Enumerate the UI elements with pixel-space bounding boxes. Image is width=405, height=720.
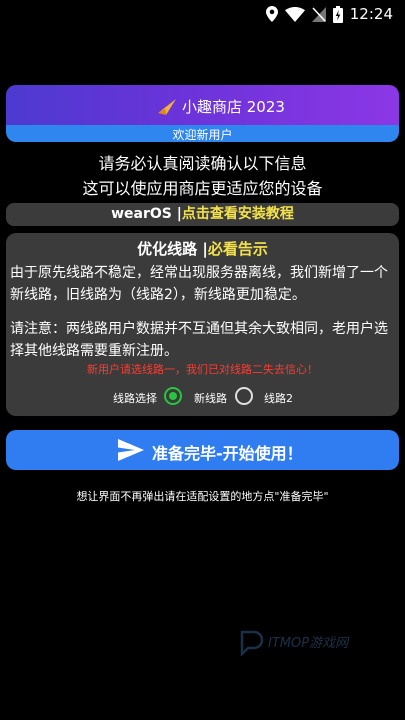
watermark-text: ITMOP游戏网 <box>268 636 349 651</box>
welcome-banner: 小趣商店 2023 欢迎新用户 <box>6 85 399 142</box>
panel-title: 优化线路 |必看告示 <box>6 238 399 259</box>
watermark-logo-icon <box>240 630 264 658</box>
banner-title: 小趣商店 2023 <box>182 98 285 116</box>
notice-line-2: 这可以使应用商店更适应您的设备 <box>82 179 323 198</box>
line-selector: 线路选择 新线路 线路2 <box>6 385 399 411</box>
paper-plane-logo <box>156 95 178 117</box>
new-line-label[interactable]: 新线路 <box>194 390 227 406</box>
new-line-radio[interactable] <box>164 387 182 405</box>
must-read-link[interactable]: 必看告示 <box>208 240 268 258</box>
route-change-paragraph: 由于原先线路不稳定，经常出现服务器离线，我们新增了一个新线路，旧线路为（线路2）… <box>10 265 388 303</box>
route-notice-panel: 优化线路 |必看告示 由于原先线路不稳定，经常出现服务器离线，我们新增了一个新线… <box>6 233 399 416</box>
status-time: 12:24 <box>349 5 393 23</box>
attention-paragraph: 请注意：两线路用户数据并不互通但其余大致相同，老用户选择其他线路需要重新注册。 <box>10 321 388 359</box>
notice-line-1: 请务必认真阅读确认以下信息 <box>98 154 307 173</box>
start-button-label: 准备完毕-开始使用！ <box>152 444 303 463</box>
no-sim-icon <box>311 6 326 22</box>
watermark: ITMOP游戏网 <box>238 628 358 658</box>
wearos-label: wearOS | <box>111 206 182 222</box>
line-selector-label: 线路选择 <box>113 392 157 405</box>
line-2-label[interactable]: 线路2 <box>264 390 293 406</box>
wifi-icon <box>284 6 305 22</box>
install-tutorial-link[interactable]: 点击查看安装教程 <box>182 206 294 222</box>
status-bar: 12:24 <box>0 0 405 30</box>
location-icon <box>265 6 278 22</box>
hint-text: 想让界面不再弹出请在适配设置的地方点"准备完毕" <box>76 490 329 503</box>
send-icon <box>118 439 144 464</box>
wearos-bar: wearOS |点击查看安装教程 <box>6 203 399 226</box>
line-2-radio[interactable] <box>235 387 253 405</box>
banner-subtitle: 欢迎新用户 <box>172 128 233 142</box>
battery-charging-icon <box>332 5 343 23</box>
new-user-warning: 新用户请选线路一，我们已对线路二失去信心！ <box>87 363 318 376</box>
panel-title-label: 优化线路 | <box>137 240 208 258</box>
start-button[interactable]: 准备完毕-开始使用！ <box>6 430 399 470</box>
